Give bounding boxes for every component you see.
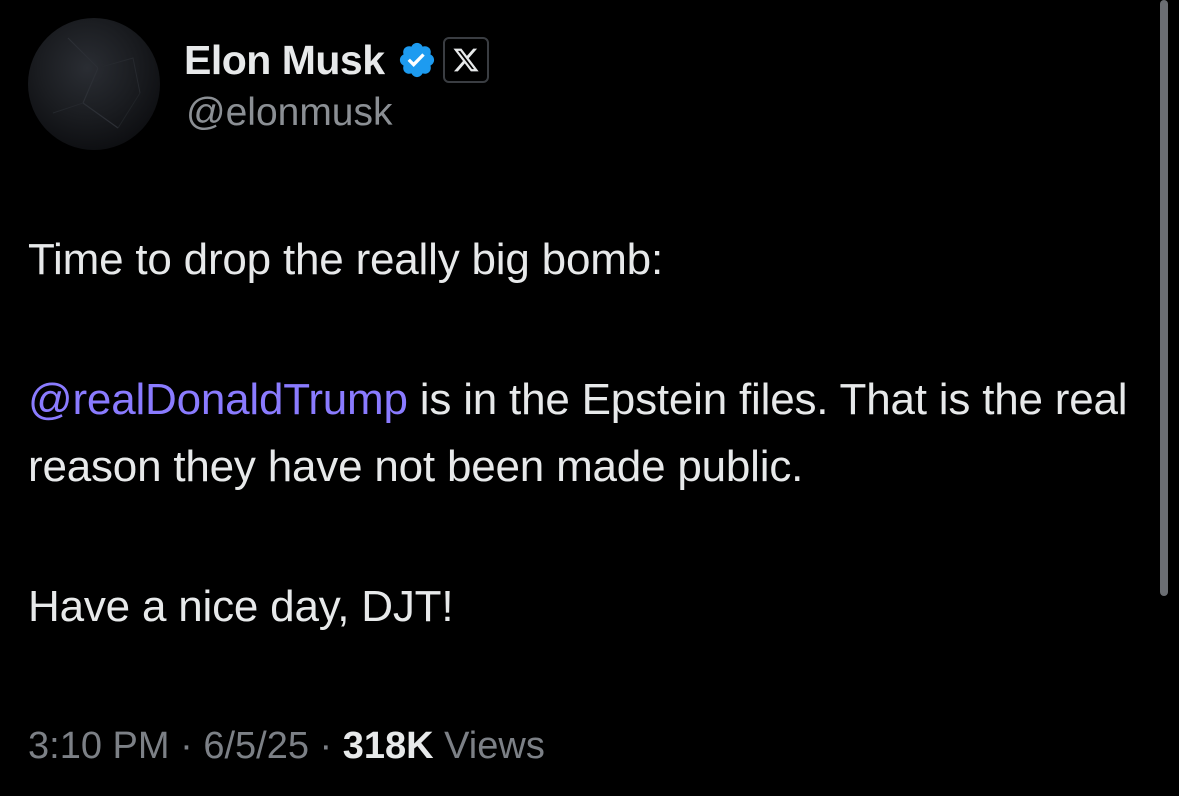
tweet-card: Elon Musk @elonmusk Time to drop the rea… xyxy=(0,0,1179,796)
tweet-time[interactable]: 3:10 PM xyxy=(28,725,170,767)
tweet-meta: 3:10 PM · 6/5/25 · 318K Views xyxy=(28,722,545,770)
views-count: 318K xyxy=(342,725,434,767)
x-logo-icon[interactable] xyxy=(442,37,489,83)
scrollbar[interactable] xyxy=(1160,0,1168,596)
avatar-image xyxy=(52,37,141,129)
tweet-body: Time to drop the really big bomb: @realD… xyxy=(28,226,1148,640)
verified-badge-icon[interactable] xyxy=(397,40,437,80)
tweet-paragraph-1: Time to drop the really big bomb: xyxy=(28,235,663,284)
meta-separator: · xyxy=(308,725,343,767)
author-name-row: Elon Musk xyxy=(184,34,489,86)
author-handle[interactable]: @elonmusk xyxy=(186,88,393,138)
avatar[interactable] xyxy=(28,18,160,150)
tweet-paragraph-3: Have a nice day, DJT! xyxy=(28,582,454,631)
meta-separator: · xyxy=(169,725,204,767)
mention-link[interactable]: @realDonaldTrump xyxy=(28,375,408,424)
views-label: Views xyxy=(433,725,545,767)
tweet-paragraph-2: @realDonaldTrump is in the Epstein files… xyxy=(28,366,1148,500)
tweet-date[interactable]: 6/5/25 xyxy=(203,725,309,767)
author-display-name[interactable]: Elon Musk xyxy=(184,34,385,86)
